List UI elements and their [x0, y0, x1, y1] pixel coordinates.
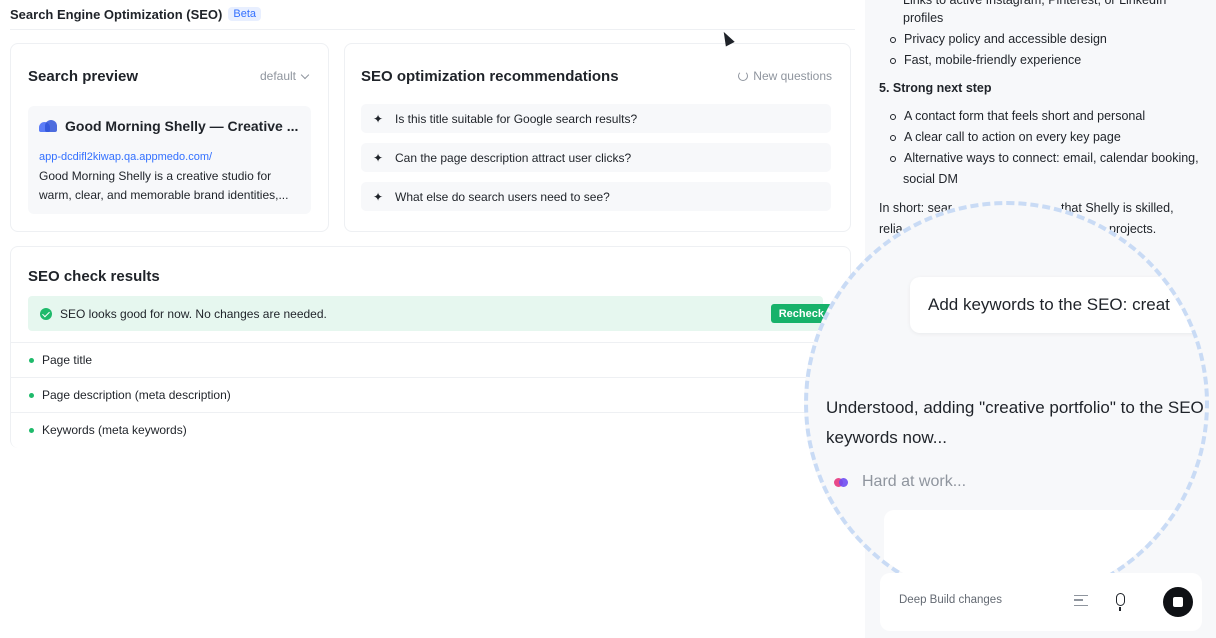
chat-bullet: A contact form that feels short and pers… [890, 106, 1145, 127]
recommendation-item[interactable]: ✦ Can the page description attract user … [361, 143, 831, 172]
beta-badge: Beta [228, 7, 262, 21]
sparkle-icon: ✦ [373, 189, 384, 204]
recommendation-text: What else do search users need to see? [395, 189, 610, 204]
check-row-label: Page description (meta description) [42, 388, 231, 402]
page-header: Search Engine Optimization (SEO) Beta [10, 4, 262, 24]
recommendation-text: Is this title suitable for Google search… [395, 111, 638, 126]
composer-placeholder: changes [958, 594, 1002, 606]
list-icon[interactable] [1074, 595, 1088, 606]
status-dot [29, 392, 34, 398]
refresh-icon [738, 71, 749, 81]
check-circle-icon [40, 307, 52, 320]
working-indicator: Hard at work... [834, 473, 966, 491]
search-preview-title: Search preview [28, 68, 139, 85]
seo-recommendations-card: SEO optimization recommendations New que… [344, 43, 851, 232]
chat-bullet: Fast, mobile-friendly experience [890, 50, 1081, 71]
sparkle-icon: ✦ [373, 150, 384, 165]
working-text: Hard at work... [862, 473, 967, 490]
recommendation-item[interactable]: ✦ What else do search users need to see? [361, 182, 831, 211]
check-row-page-title[interactable]: Page title [11, 342, 852, 377]
check-row-keywords[interactable]: Keywords (meta keywords) [11, 412, 852, 447]
sparkle-icon: ✦ [373, 111, 384, 126]
app-root: Search Engine Optimization (SEO) Beta Se… [0, 0, 1216, 638]
chat-bullet: Privacy policy and accessible design [890, 29, 1107, 50]
seo-check-results-card: SEO check results SEO looks good for now… [10, 246, 852, 448]
microphone-icon[interactable] [1116, 593, 1125, 611]
serp-description: Good Morning Shelly is a creative studio… [39, 169, 289, 202]
search-preview-card: Search preview default Good Morning Shel… [10, 43, 329, 232]
serp-title: Good Morning Shelly — Creative ... [65, 118, 299, 134]
status-dot [29, 357, 34, 363]
page-title: Search Engine Optimization (SEO) [10, 6, 223, 22]
new-questions-label: New questions [753, 69, 832, 83]
recommendations-title: SEO optimization recommendations [361, 68, 619, 85]
ai-avatar-icon [834, 476, 850, 488]
recommendation-text: Can the page description attract user cl… [395, 150, 632, 165]
preview-mode-select[interactable]: default [259, 69, 310, 83]
check-results-title: SEO check results [28, 268, 160, 285]
chat-heading: 5. Strong next step [879, 81, 992, 95]
serp-head: Good Morning Shelly — Creative ... [39, 118, 309, 134]
deep-build-mode[interactable]: Deep Build changes [899, 594, 1002, 606]
assistant-reply: Understood, adding "creative portfolio" … [826, 398, 1204, 447]
recommendation-item[interactable]: ✦ Is this title suitable for Google sear… [361, 104, 831, 133]
chat-bullet: A clear call to action on every key page [890, 127, 1121, 148]
stop-button[interactable] [1163, 587, 1193, 617]
chat-bullet: Alternative ways to connect: email, cale… [890, 148, 1199, 169]
serp-preview: Good Morning Shelly — Creative ... app-d… [28, 106, 311, 214]
serp-url: app-dcdifl2kiwap.qa.appmedo.com/ [39, 151, 213, 163]
check-row-page-description[interactable]: Page description (meta description) [11, 377, 852, 412]
chat-text-line: social DM [903, 172, 958, 186]
preview-mode-value: default [259, 69, 296, 83]
new-questions-button[interactable]: New questions [738, 69, 832, 83]
check-row-label: Page title [42, 353, 93, 367]
user-message: Add keywords to the SEO: creat [928, 295, 1170, 314]
magnifier-overlay: Add keywords to the SEO: creat Understoo… [804, 201, 1209, 606]
chevron-down-icon [300, 70, 310, 79]
site-logo-icon [39, 120, 57, 132]
chat-composer[interactable]: Deep Build changes [880, 573, 1202, 631]
status-dot [29, 427, 34, 433]
status-text: SEO looks good for now. No changes are n… [60, 306, 327, 321]
deep-build-label: Deep Build [899, 594, 956, 606]
seo-main-panel: Search Engine Optimization (SEO) Beta Se… [0, 0, 865, 638]
check-row-label: Keywords (meta keywords) [42, 423, 187, 437]
chat-text-line: profiles [903, 11, 944, 25]
user-message-bubble: Add keywords to the SEO: creat [910, 277, 1205, 333]
status-banner: SEO looks good for now. No changes are n… [28, 296, 832, 331]
